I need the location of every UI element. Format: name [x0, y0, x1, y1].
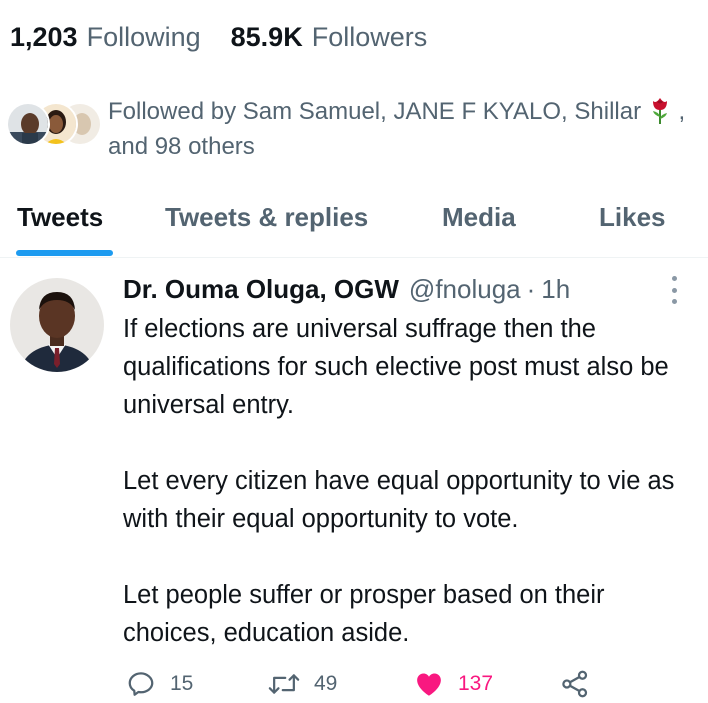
followed-by-names: Followed by Sam Samuel, JANE F KYALO, Sh… [108, 98, 642, 125]
share-button[interactable] [560, 666, 590, 702]
avatar [6, 102, 50, 146]
tweet-header-separator: · [526, 274, 536, 304]
following-count: 1,203 [10, 22, 78, 52]
share-icon [562, 670, 588, 698]
tweet-header: Dr. Ouma Oluga, OGW @fnoluga · 1h [123, 274, 570, 305]
like-button[interactable]: 137 [414, 666, 493, 702]
following-label: Following [86, 22, 201, 52]
following-link[interactable]: 1,203 Following [10, 22, 201, 53]
like-count: 137 [458, 672, 494, 695]
tweet-actions: 15 49 137 [0, 666, 708, 703]
retweet-button[interactable]: 49 [268, 666, 337, 702]
followed-by-text[interactable]: Followed by Sam Samuel, JANE F KYALO, Sh… [108, 94, 698, 164]
followed-by-suffix: , [678, 98, 686, 125]
tweet-author-name[interactable]: Dr. Ouma Oluga, OGW [123, 274, 399, 305]
followers-link[interactable]: 85.9K Followers [231, 22, 428, 53]
tweet-paragraph: If elections are universal suffrage then… [123, 315, 669, 419]
reply-button[interactable]: 15 [126, 666, 193, 702]
tab-tweets-and-replies[interactable]: Tweets & replies [165, 188, 368, 258]
tab-media[interactable]: Media [442, 188, 516, 258]
reply-icon [128, 672, 154, 696]
tweet-paragraph: Let people suffer or prosper based on th… [123, 581, 605, 647]
heart-icon [417, 673, 441, 696]
tab-tweets[interactable]: Tweets [17, 188, 103, 258]
tweet-paragraph: Let every citizen have equal opportunity… [123, 467, 675, 533]
follower-avatars [6, 102, 102, 146]
tweet-text: If elections are universal suffrage then… [123, 310, 693, 652]
tweet-timestamp[interactable]: 1h [541, 274, 570, 305]
followed-by-others: and 98 others [108, 133, 255, 160]
followed-by-section[interactable]: Followed by Sam Samuel, JANE F KYALO, Sh… [6, 94, 706, 164]
active-tab-indicator [16, 250, 113, 256]
tab-likes[interactable]: Likes [599, 188, 666, 258]
followers-label: Followers [311, 22, 428, 52]
retweet-count: 49 [314, 672, 338, 695]
tweet[interactable]: Dr. Ouma Oluga, OGW @fnoluga · 1h If ele… [0, 258, 708, 703]
more-options-icon[interactable] [663, 276, 685, 304]
rose-icon [648, 95, 672, 125]
profile-tabs: Tweets Tweets & replies Media Likes [0, 188, 708, 258]
profile-stats: 1,203 Following 85.9K Followers [10, 22, 427, 53]
followers-count: 85.9K [230, 22, 303, 52]
tweet-author-avatar[interactable] [10, 278, 104, 372]
retweet-icon [268, 674, 300, 694]
reply-count: 15 [170, 672, 194, 695]
tweet-author-handle[interactable]: @fnoluga [409, 274, 521, 305]
